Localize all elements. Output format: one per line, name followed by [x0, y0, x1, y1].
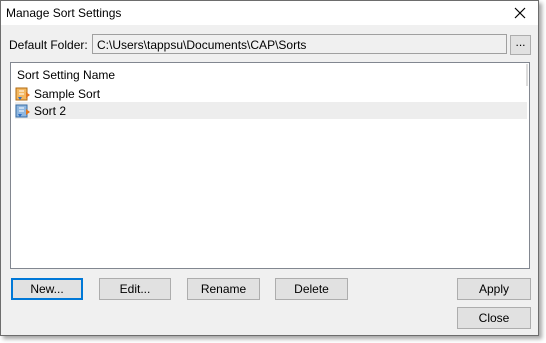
window-title: Manage Sort Settings	[6, 6, 122, 20]
browse-folder-button[interactable]: ...	[510, 35, 531, 55]
list-item-label: Sort 2	[34, 103, 67, 118]
list-item-label: Sample Sort	[34, 86, 101, 101]
close-window-button[interactable]	[508, 2, 532, 24]
sort-settings-list[interactable]: Sort Setting Name Sample Sort Sort 2	[10, 62, 530, 269]
rename-button[interactable]: Rename	[187, 278, 260, 300]
title-bar: Manage Sort Settings	[1, 1, 538, 25]
list-column-header: Sort Setting Name	[17, 68, 116, 82]
delete-button[interactable]: Delete	[275, 278, 348, 300]
sort-file-blue-icon	[15, 104, 30, 117]
list-item-sample-sort[interactable]: Sample Sort	[15, 85, 527, 102]
edit-button[interactable]: Edit...	[99, 278, 171, 300]
scrollbar[interactable]	[526, 64, 528, 86]
apply-button[interactable]: Apply	[457, 278, 531, 300]
new-button[interactable]: New...	[11, 278, 83, 300]
close-button[interactable]: Close	[457, 307, 531, 329]
sort-file-orange-icon	[15, 87, 30, 100]
default-folder-label: Default Folder:	[9, 38, 88, 52]
list-item-sort-2[interactable]: Sort 2	[15, 102, 527, 119]
manage-sort-settings-dialog: Manage Sort Settings Default Folder: C:\…	[0, 0, 539, 336]
default-folder-field[interactable]: C:\Users\tappsu\Documents\CAP\Sorts	[92, 34, 507, 54]
close-icon	[514, 7, 526, 19]
